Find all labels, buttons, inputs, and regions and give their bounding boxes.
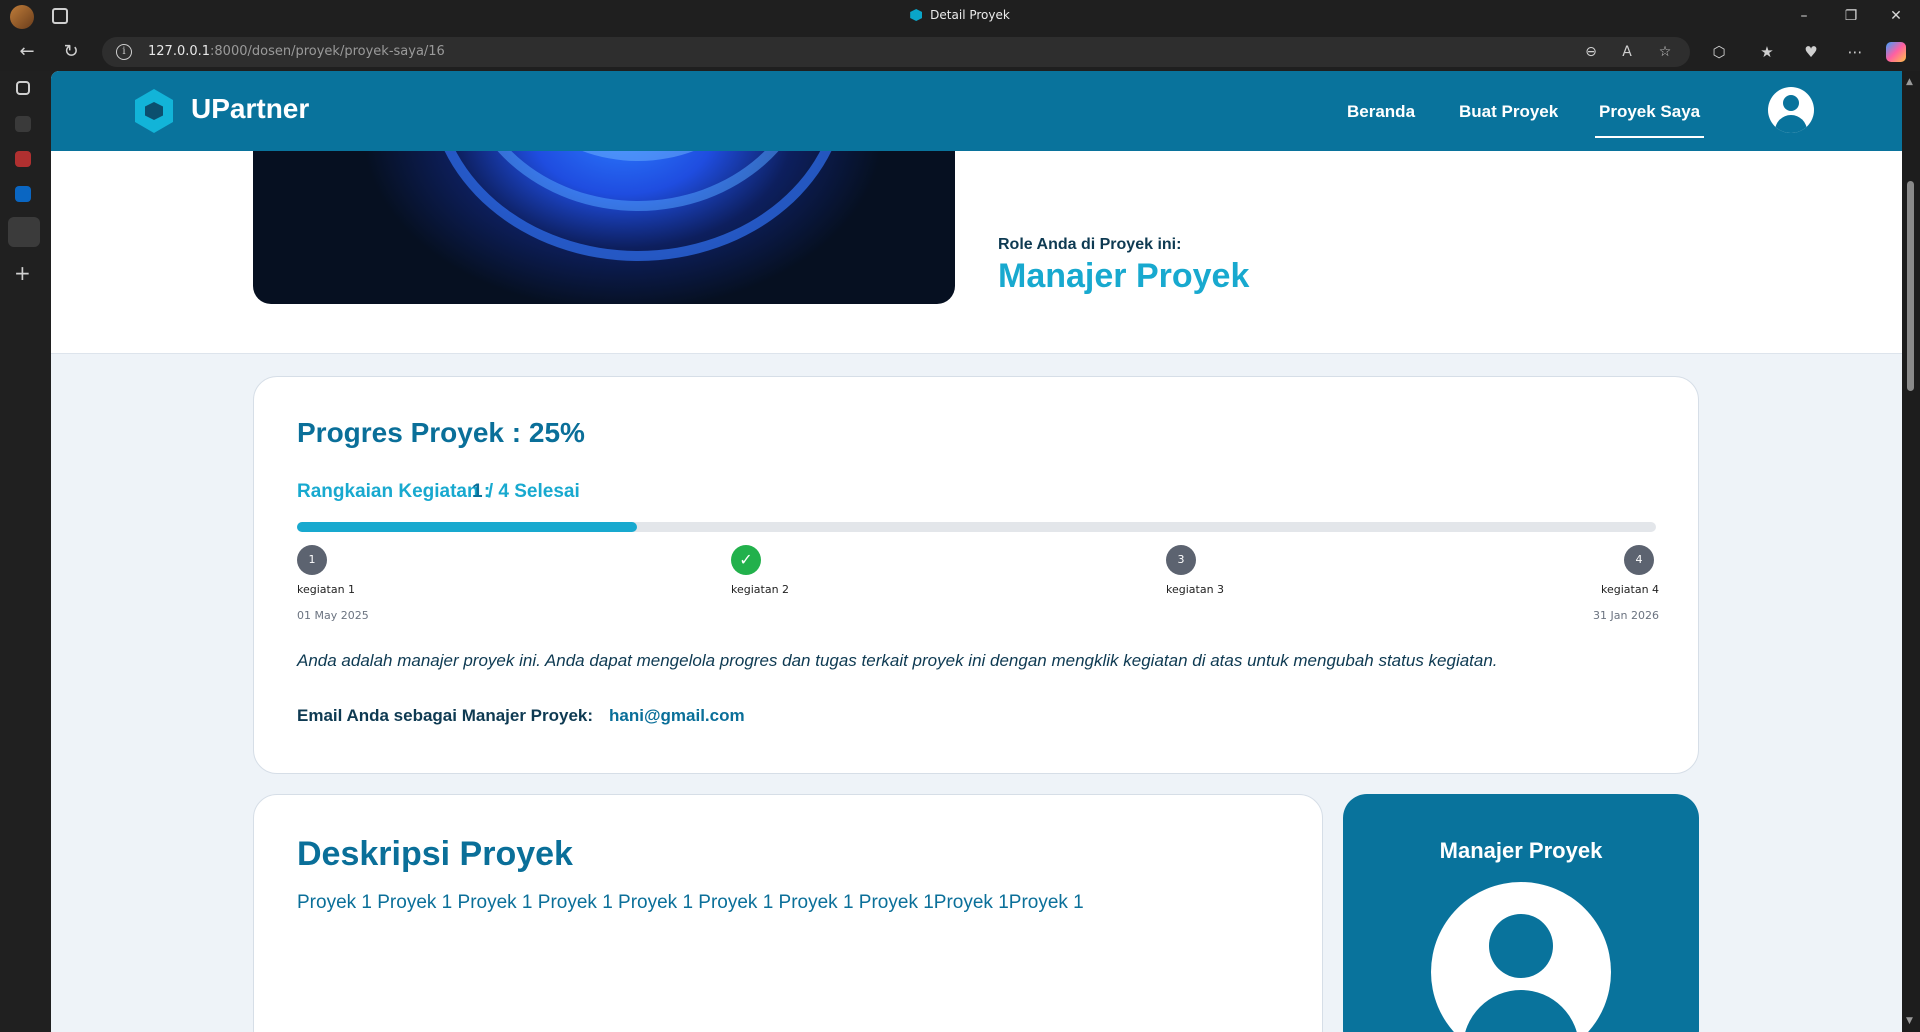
browser-titlebar: Detail Proyek – ❐ ✕	[0, 0, 1920, 33]
step-marker[interactable]: 3	[1166, 545, 1196, 575]
back-icon[interactable]: ←	[16, 41, 38, 63]
step-marker[interactable]: 1	[297, 545, 327, 575]
end-date: 31 Jan 2026	[1593, 609, 1659, 622]
copilot-icon[interactable]	[1886, 42, 1906, 62]
project-cover-image	[253, 131, 955, 304]
progress-bar	[297, 522, 1656, 532]
step-name: kegiatan 3	[1166, 583, 1225, 596]
favorite-star-icon[interactable]: ☆	[1656, 43, 1674, 61]
role-label: Role Anda di Proyek ini:	[998, 236, 1182, 253]
url-text[interactable]: 127.0.0.1:8000/dosen/proyek/proyek-saya/…	[148, 44, 445, 59]
role-value: Manajer Proyek	[998, 257, 1250, 295]
sidebar-tab-icon[interactable]	[15, 116, 31, 132]
site-navbar: UPartner Beranda Buat Proyek Proyek Saya	[51, 71, 1902, 151]
step-marker[interactable]: 4	[1624, 545, 1654, 575]
browser-essentials-icon[interactable]: ♥	[1801, 42, 1821, 62]
minimize-icon[interactable]: –	[1794, 6, 1814, 26]
step-name: kegiatan 1	[297, 583, 356, 596]
site-info-icon[interactable]: i	[116, 44, 132, 60]
page-viewport: UPartner Beranda Buat Proyek Proyek Saya…	[51, 71, 1902, 1032]
page-scrollbar[interactable]: ▲ ▼	[1902, 71, 1920, 1032]
reload-icon[interactable]: ↻	[60, 41, 82, 63]
manager-email: hani@gmail.com	[609, 706, 745, 725]
restore-icon[interactable]: ❐	[1841, 6, 1861, 26]
extensions-icon[interactable]: ⬡	[1709, 42, 1729, 62]
check-icon[interactable]: ✓	[731, 545, 761, 575]
new-tab-icon[interactable]: +	[14, 261, 34, 285]
browser-sidebar: +	[0, 71, 50, 1032]
browser-toolbar: ← ↻ i 127.0.0.1:8000/dosen/proyek/proyek…	[0, 33, 1920, 71]
manager-card: Manajer Proyek	[1343, 794, 1699, 1032]
progress-title: Progres Proyek : 25%	[297, 417, 585, 448]
nav-link-beranda[interactable]: Beranda	[1347, 102, 1415, 122]
manager-avatar-icon	[1431, 882, 1611, 1032]
close-icon[interactable]: ✕	[1886, 6, 1906, 26]
tab-title[interactable]: Detail Proyek	[0, 8, 1920, 22]
scroll-down-icon[interactable]: ▼	[1906, 1016, 1913, 1026]
site-favicon-icon	[910, 9, 923, 21]
step-name: kegiatan 4	[1601, 583, 1660, 596]
favorites-icon[interactable]: ★	[1757, 42, 1777, 62]
user-avatar-icon[interactable]	[1768, 87, 1814, 133]
progress-bar-fill	[297, 522, 637, 532]
more-menu-icon[interactable]: ⋯	[1845, 42, 1865, 62]
linkedin-icon[interactable]	[15, 186, 31, 202]
active-tab-icon[interactable]	[8, 217, 40, 247]
step-kegiatan-4[interactable]: 4 kegiatan 4	[1601, 545, 1659, 596]
steps-count: 1 / 4 Selesai	[472, 481, 580, 502]
scroll-up-icon[interactable]: ▲	[1906, 77, 1913, 87]
nav-link-buat-proyek[interactable]: Buat Proyek	[1459, 102, 1558, 122]
scrollbar-thumb[interactable]	[1907, 181, 1914, 391]
step-kegiatan-1[interactable]: 1 kegiatan 1	[297, 545, 355, 596]
description-text: Proyek 1 Proyek 1 Proyek 1 Proyek 1 Proy…	[297, 892, 1084, 913]
email-label: Email Anda sebagai Manajer Proyek:	[297, 706, 594, 725]
description-title: Deskripsi Proyek	[297, 835, 573, 873]
brand-name[interactable]: UPartner	[191, 93, 309, 125]
step-kegiatan-3[interactable]: 3 kegiatan 3	[1166, 545, 1224, 596]
steps-label: Rangkaian Kegiatan :	[297, 481, 491, 502]
step-kegiatan-2[interactable]: ✓ kegiatan 2	[731, 545, 789, 596]
description-card: Deskripsi Proyek Proyek 1 Proyek 1 Proye…	[253, 794, 1323, 1032]
brand-logo-icon[interactable]	[135, 89, 173, 133]
nav-link-proyek-saya[interactable]: Proyek Saya	[1594, 102, 1705, 138]
read-aloud-icon[interactable]: A	[1618, 43, 1636, 61]
address-bar[interactable]: i 127.0.0.1:8000/dosen/proyek/proyek-say…	[102, 37, 1690, 67]
progress-card: Progres Proyek : 25% Rangkaian Kegiatan …	[253, 376, 1699, 774]
start-date: 01 May 2025	[297, 609, 369, 622]
manager-card-title: Manajer Proyek	[1439, 838, 1603, 863]
zoom-icon[interactable]: ⊖	[1582, 43, 1600, 61]
step-name: kegiatan 2	[731, 583, 790, 596]
manager-note: Anda adalah manajer proyek ini. Anda dap…	[297, 651, 1498, 670]
sidebar-tab-icon[interactable]	[15, 151, 31, 167]
project-hero: Role Anda di Proyek ini: Manajer Proyek	[51, 131, 1902, 354]
tab-actions-icon[interactable]	[16, 81, 30, 95]
